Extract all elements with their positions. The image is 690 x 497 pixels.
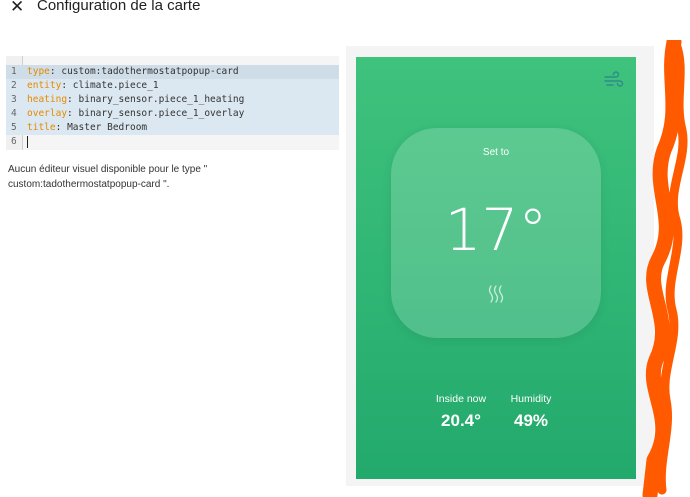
editor-line[interactable]: 4 overlay: binary_sensor.piece_1_overlay xyxy=(6,107,339,121)
inside-now-label: Inside now xyxy=(435,393,487,405)
no-visual-editor-message: Aucun éditeur visuel disponible pour le … xyxy=(8,162,338,192)
yaml-key: heating xyxy=(27,94,68,105)
yaml-value: binary_sensor.piece_1_heating xyxy=(72,94,245,105)
editor-line[interactable]: 6 xyxy=(6,135,339,149)
yaml-key: entity xyxy=(27,80,62,91)
editor-line[interactable]: 1 type: custom:tadothermostatpopup-card xyxy=(6,65,339,79)
editor-line[interactable]: 2 entity: climate.piece_1 xyxy=(6,79,339,93)
text-cursor xyxy=(27,136,28,148)
dialog-header: ✕ Configuration de la carte xyxy=(0,0,690,22)
inside-temperature-value: 20.4° xyxy=(441,411,481,430)
annotation-scribble xyxy=(642,40,688,497)
line-number: 5 xyxy=(11,122,17,133)
close-button[interactable]: ✕ xyxy=(10,0,24,16)
wind-icon[interactable] xyxy=(604,71,624,89)
set-temperature: 17° xyxy=(444,196,548,264)
line-number: 3 xyxy=(11,94,17,105)
editor-line[interactable]: 3 heating: binary_sensor.piece_1_heating xyxy=(6,93,339,107)
yaml-value: climate.piece_1 xyxy=(67,80,159,91)
set-to-label: Set to xyxy=(482,147,510,158)
line-number: 6 xyxy=(11,136,17,147)
yaml-code-editor[interactable]: 1 type: custom:tadothermostatpopup-card … xyxy=(6,56,339,150)
yaml-key: overlay xyxy=(27,108,68,119)
humidity-label: Humidity xyxy=(510,393,552,405)
message-line-2: custom:tadothermostatpopup-card ". xyxy=(8,179,170,190)
line-number: 1 xyxy=(11,66,17,77)
line-number: 4 xyxy=(11,108,17,119)
yaml-value: Master Bedroom xyxy=(61,122,148,133)
editor-line[interactable]: 5 title: Master Bedroom xyxy=(6,121,339,135)
yaml-value: custom:tadothermostatpopup-card xyxy=(55,66,239,77)
line-number: 2 xyxy=(11,80,17,91)
yaml-key: title xyxy=(27,122,56,133)
heating-waves-icon xyxy=(488,285,504,303)
yaml-key: type xyxy=(27,66,50,77)
message-line-1: Aucun éditeur visuel disponible pour le … xyxy=(8,164,208,175)
humidity-value: 49% xyxy=(513,411,549,430)
dialog-title: Configuration de la carte xyxy=(37,0,201,14)
yaml-value: binary_sensor.piece_1_overlay xyxy=(72,108,245,119)
